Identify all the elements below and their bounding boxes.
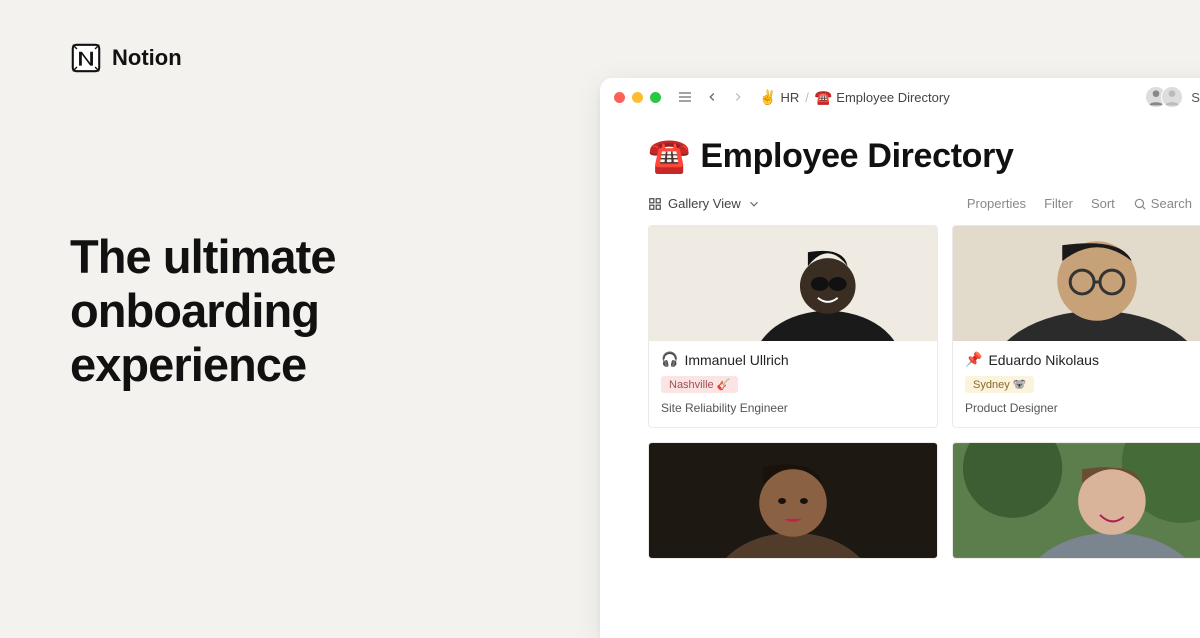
card-cover-image bbox=[649, 443, 937, 558]
location-tag: Nashville 🎸 bbox=[661, 376, 738, 393]
nav-back-button[interactable] bbox=[703, 88, 721, 106]
person-photo-placeholder bbox=[649, 226, 937, 341]
notion-logo-icon bbox=[70, 42, 102, 74]
emoji-icon: 🎧 bbox=[661, 351, 678, 368]
location-tag: Sydney 🐨 bbox=[965, 376, 1034, 393]
breadcrumb-employee-directory[interactable]: ☎️ Employee Directory bbox=[815, 89, 950, 106]
breadcrumb-separator: / bbox=[805, 90, 809, 105]
card-cover-image bbox=[953, 226, 1200, 341]
marketing-headline: The ultimate onboarding experience bbox=[70, 230, 500, 392]
view-toolbar-actions: Properties Filter Sort Search bbox=[967, 196, 1192, 211]
employee-card[interactable] bbox=[648, 442, 938, 559]
search-button[interactable]: Search bbox=[1133, 196, 1192, 211]
card-body: 📌 Eduardo Nikolaus Sydney 🐨 Product Desi… bbox=[953, 341, 1200, 427]
search-icon bbox=[1133, 197, 1147, 211]
maximize-window-icon[interactable] bbox=[650, 92, 661, 103]
person-photo-placeholder bbox=[953, 226, 1200, 341]
card-body: 🎧 Immanuel Ullrich Nashville 🎸 Site Reli… bbox=[649, 341, 937, 427]
employee-card[interactable]: 📌 Eduardo Nikolaus Sydney 🐨 Product Desi… bbox=[952, 225, 1200, 428]
window-topbar: ✌️ HR / ☎️ Employee Directory Share bbox=[600, 78, 1200, 116]
properties-button[interactable]: Properties bbox=[967, 196, 1026, 211]
brand-name: Notion bbox=[112, 45, 182, 71]
minimize-window-icon[interactable] bbox=[632, 92, 643, 103]
card-name-row: 📌 Eduardo Nikolaus bbox=[965, 351, 1200, 368]
avatar-icon bbox=[1161, 86, 1183, 108]
share-button[interactable]: Share bbox=[1191, 90, 1200, 105]
chevron-down-icon bbox=[747, 197, 761, 211]
topbar-right: Share bbox=[1145, 86, 1200, 108]
page-emoji-icon[interactable]: ☎️ bbox=[648, 136, 690, 176]
page-header: ☎️ Employee Directory bbox=[600, 116, 1200, 184]
view-selector[interactable]: Gallery View bbox=[648, 196, 761, 211]
page-title[interactable]: Employee Directory bbox=[700, 137, 1013, 176]
emoji-icon: ☎️ bbox=[815, 89, 832, 106]
employee-role: Site Reliability Engineer bbox=[661, 401, 925, 415]
card-cover-image bbox=[953, 443, 1200, 558]
collaborator-avatars[interactable] bbox=[1145, 86, 1183, 108]
emoji-icon: 📌 bbox=[965, 351, 982, 368]
gallery-grid: 🎧 Immanuel Ullrich Nashville 🎸 Site Reli… bbox=[600, 225, 1200, 559]
window-traffic-lights bbox=[614, 92, 661, 103]
emoji-icon: ✌️ bbox=[759, 89, 776, 106]
breadcrumb-label: HR bbox=[780, 90, 799, 105]
breadcrumb-hr[interactable]: ✌️ HR bbox=[759, 89, 799, 106]
view-toolbar: Gallery View Properties Filter Sort Sear… bbox=[600, 184, 1200, 225]
nav-forward-button[interactable] bbox=[729, 88, 747, 106]
view-label: Gallery View bbox=[668, 196, 741, 211]
search-label: Search bbox=[1151, 196, 1192, 211]
sort-button[interactable]: Sort bbox=[1091, 196, 1115, 211]
person-photo-placeholder bbox=[649, 443, 937, 558]
employee-name: Eduardo Nikolaus bbox=[988, 352, 1099, 368]
brand-logo-block: Notion bbox=[70, 42, 182, 74]
card-name-row: 🎧 Immanuel Ullrich bbox=[661, 351, 925, 368]
sidebar-toggle-icon[interactable] bbox=[675, 87, 695, 107]
employee-card[interactable] bbox=[952, 442, 1200, 559]
employee-role: Product Designer bbox=[965, 401, 1200, 415]
card-cover-image bbox=[649, 226, 937, 341]
grid-icon bbox=[648, 197, 662, 211]
employee-name: Immanuel Ullrich bbox=[684, 352, 788, 368]
employee-card[interactable]: 🎧 Immanuel Ullrich Nashville 🎸 Site Reli… bbox=[648, 225, 938, 428]
close-window-icon[interactable] bbox=[614, 92, 625, 103]
breadcrumb-label: Employee Directory bbox=[836, 90, 949, 105]
filter-button[interactable]: Filter bbox=[1044, 196, 1073, 211]
breadcrumb: ✌️ HR / ☎️ Employee Directory bbox=[759, 89, 950, 106]
person-photo-placeholder bbox=[953, 443, 1200, 558]
app-window: ✌️ HR / ☎️ Employee Directory Share ☎️ bbox=[600, 78, 1200, 638]
